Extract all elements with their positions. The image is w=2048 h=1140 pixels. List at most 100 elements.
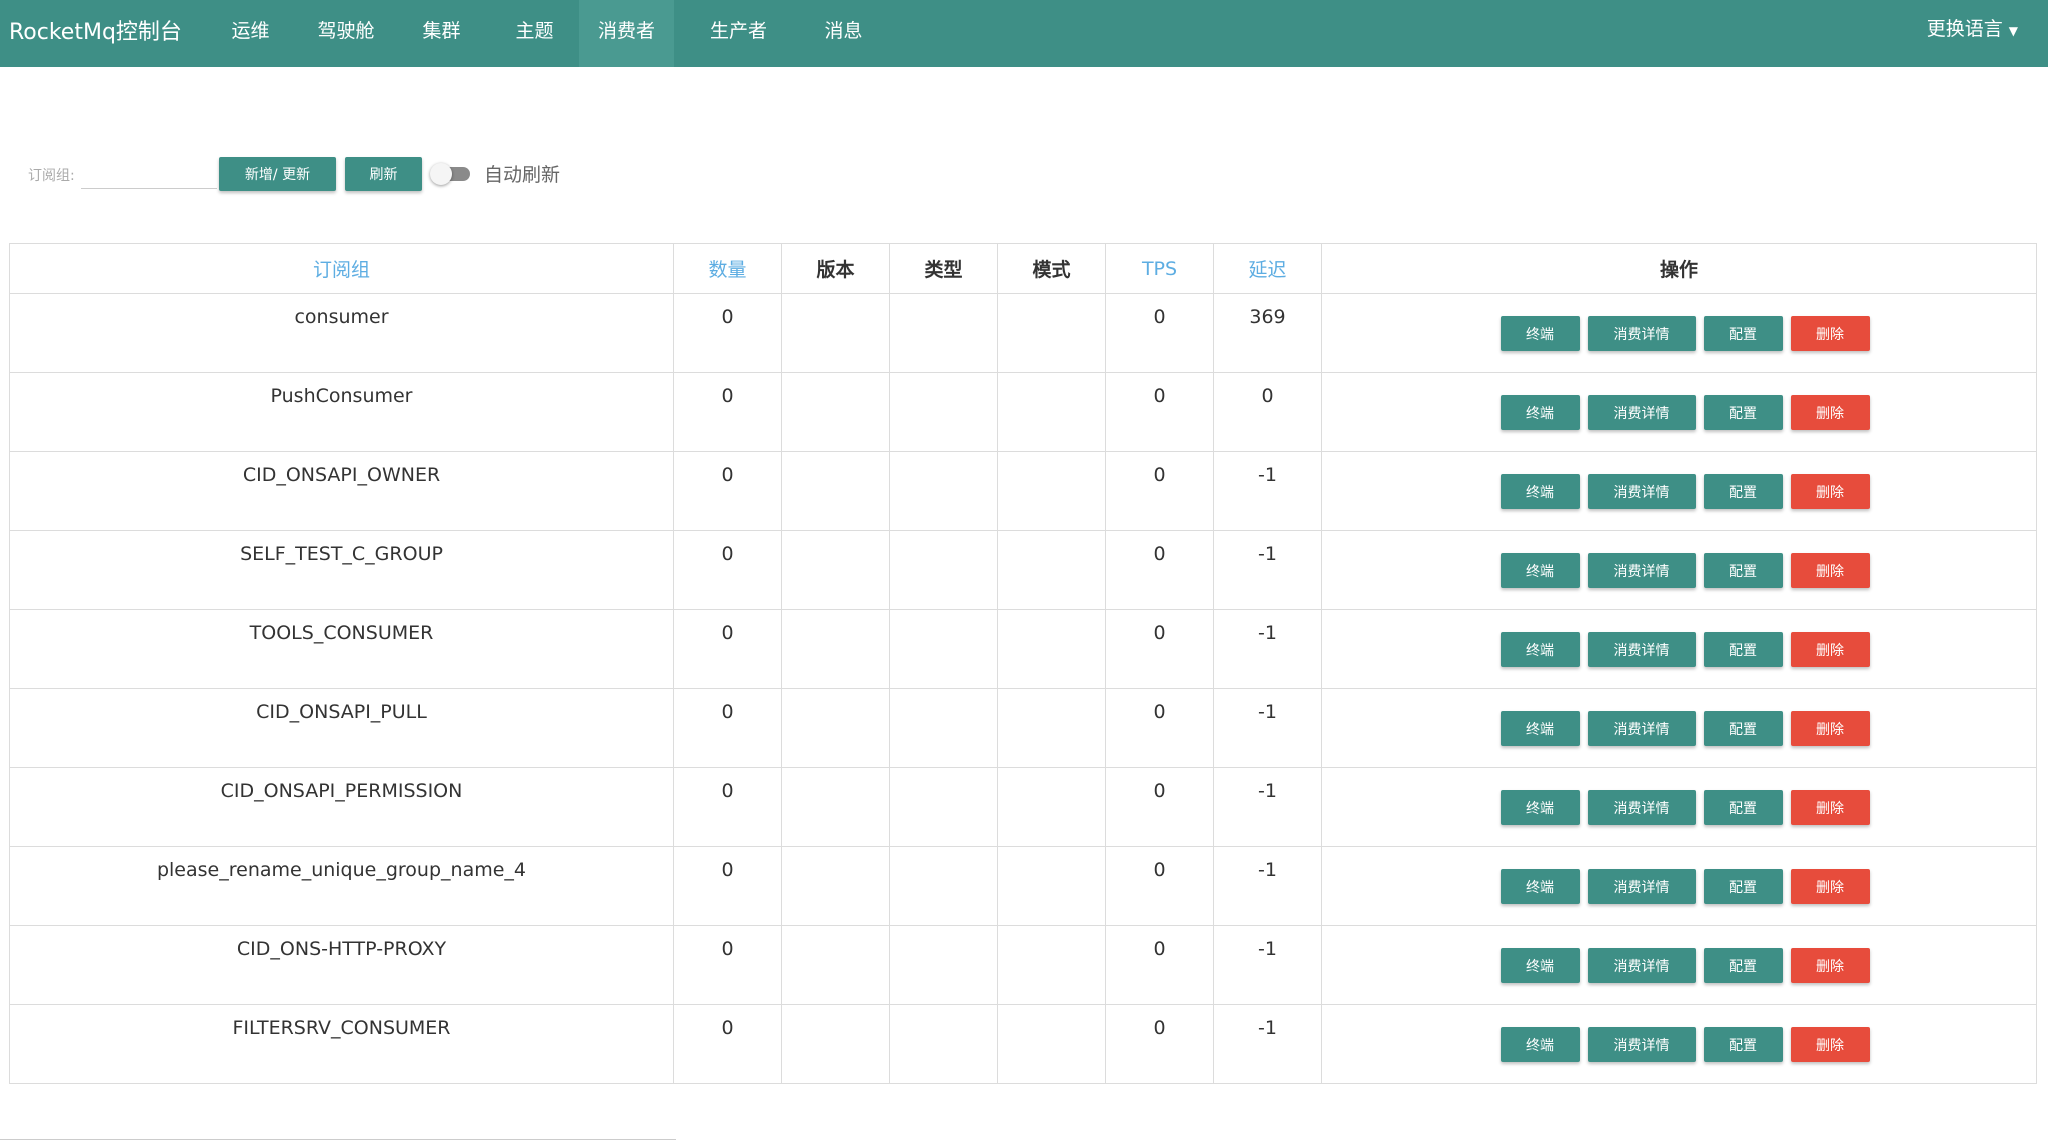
cell-group: PushConsumer [9,372,674,452]
config-button[interactable]: 配置 [1703,790,1783,825]
config-button[interactable]: 配置 [1703,632,1783,667]
header-tps[interactable]: TPS [1105,243,1214,294]
terminal-button[interactable]: 终端 [1500,790,1580,825]
header-version: 版本 [781,243,890,294]
nav-item-cluster[interactable]: 集群 [401,0,482,67]
cell-mode [997,609,1106,689]
cell-operations: 终端 消费详情 配置 删除 [1321,451,2037,531]
cell-mode [997,293,1106,373]
cell-group: SELF_TEST_C_GROUP [9,530,674,610]
cell-mode [997,846,1106,926]
terminal-button[interactable]: 终端 [1500,1027,1580,1062]
cell-delay: -1 [1213,767,1322,847]
auto-refresh-label: 自动刷新 [484,164,561,186]
header-subscription-group[interactable]: 订阅组 [9,243,674,294]
terminal-button[interactable]: 终端 [1500,316,1580,351]
cell-version [781,451,890,531]
config-button[interactable]: 配置 [1703,1027,1783,1062]
operation-buttons: 终端 消费详情 配置 删除 [1323,1027,2035,1062]
language-label: 更换语言 [1926,18,2003,40]
delete-button[interactable]: 删除 [1790,790,1870,825]
delete-button[interactable]: 删除 [1790,1027,1870,1062]
config-button[interactable]: 配置 [1703,948,1783,983]
nav-item-ops[interactable]: 运维 [210,0,291,67]
config-button[interactable]: 配置 [1703,316,1783,351]
config-button[interactable]: 配置 [1703,553,1783,588]
cell-count: 0 [673,293,782,373]
header-delay[interactable]: 延迟 [1213,243,1322,294]
cell-type [889,609,998,689]
consume-detail-button[interactable]: 消费详情 [1587,790,1696,825]
terminal-button[interactable]: 终端 [1500,474,1580,509]
subscription-group-input[interactable] [81,162,217,189]
cell-version [781,609,890,689]
cell-mode [997,767,1106,847]
terminal-button[interactable]: 终端 [1500,553,1580,588]
consume-detail-button[interactable]: 消费详情 [1587,316,1696,351]
consumer-table: 订阅组 数量 版本 类型 模式 TPS 延迟 操作 consumer 0 0 369 终… [9,243,2037,1084]
nav-item-message[interactable]: 消息 [803,0,884,67]
terminal-button[interactable]: 终端 [1500,869,1580,904]
cell-count: 0 [673,1004,782,1084]
cell-count: 0 [673,846,782,926]
consume-detail-button[interactable]: 消费详情 [1587,553,1696,588]
config-button[interactable]: 配置 [1703,869,1783,904]
cell-group: CID_ONSAPI_PERMISSION [9,767,674,847]
table-header-row: 订阅组 数量 版本 类型 模式 TPS 延迟 操作 [9,243,2037,294]
cell-tps: 0 [1105,372,1214,452]
terminal-button[interactable]: 终端 [1500,948,1580,983]
header-count[interactable]: 数量 [673,243,782,294]
subscription-group-label: 订阅组: [28,168,75,184]
nav-item-producer[interactable]: 生产者 [691,0,786,67]
cell-operations: 终端 消费详情 配置 删除 [1321,372,2037,452]
add-update-button[interactable]: 新增/ 更新 [219,157,336,191]
cell-version [781,293,890,373]
delete-button[interactable]: 删除 [1790,316,1870,351]
delete-button[interactable]: 删除 [1790,395,1870,430]
nav-item-consumer[interactable]: 消费者 [579,0,674,67]
config-button[interactable]: 配置 [1703,395,1783,430]
cell-group: CID_ONSAPI_PULL [9,688,674,768]
consume-detail-button[interactable]: 消费详情 [1587,632,1696,667]
delete-button[interactable]: 删除 [1790,869,1870,904]
cell-version [781,1004,890,1084]
consume-detail-button[interactable]: 消费详情 [1587,869,1696,904]
config-button[interactable]: 配置 [1703,711,1783,746]
cell-count: 0 [673,767,782,847]
consume-detail-button[interactable]: 消费详情 [1587,395,1696,430]
terminal-button[interactable]: 终端 [1500,632,1580,667]
cell-type [889,688,998,768]
nav-item-cockpit[interactable]: 驾驶舱 [303,0,389,67]
cell-tps: 0 [1105,1004,1214,1084]
table-row: FILTERSRV_CONSUMER 0 0 -1 终端 消费详情 配置 删除 [9,1004,2037,1084]
terminal-button[interactable]: 终端 [1500,395,1580,430]
delete-button[interactable]: 删除 [1790,553,1870,588]
consume-detail-button[interactable]: 消费详情 [1587,711,1696,746]
delete-button[interactable]: 删除 [1790,474,1870,509]
nav-item-topic[interactable]: 主题 [494,0,575,67]
cell-operations: 终端 消费详情 配置 删除 [1321,293,2037,373]
cell-mode [997,451,1106,531]
cell-operations: 终端 消费详情 配置 删除 [1321,846,2037,926]
cell-tps: 0 [1105,688,1214,768]
cell-type [889,293,998,373]
language-dropdown[interactable]: 更换语言 ▼ [1927,14,2018,41]
delete-button[interactable]: 删除 [1790,711,1870,746]
delete-button[interactable]: 删除 [1790,632,1870,667]
refresh-button[interactable]: 刷新 [345,157,422,191]
cell-tps: 0 [1105,530,1214,610]
cell-group: CID_ONSAPI_OWNER [9,451,674,531]
cell-type [889,530,998,610]
delete-button[interactable]: 删除 [1790,948,1870,983]
cell-type [889,925,998,1005]
consume-detail-button[interactable]: 消费详情 [1587,1027,1696,1062]
consume-detail-button[interactable]: 消费详情 [1587,474,1696,509]
auto-refresh-toggle[interactable] [430,163,474,185]
operation-buttons: 终端 消费详情 配置 删除 [1323,632,2035,667]
config-button[interactable]: 配置 [1703,474,1783,509]
brand-logo[interactable]: RocketMq控制台 [0,0,210,67]
cell-operations: 终端 消费详情 配置 删除 [1321,688,2037,768]
operation-buttons: 终端 消费详情 配置 删除 [1323,316,2035,351]
consume-detail-button[interactable]: 消费详情 [1587,948,1696,983]
terminal-button[interactable]: 终端 [1500,711,1580,746]
